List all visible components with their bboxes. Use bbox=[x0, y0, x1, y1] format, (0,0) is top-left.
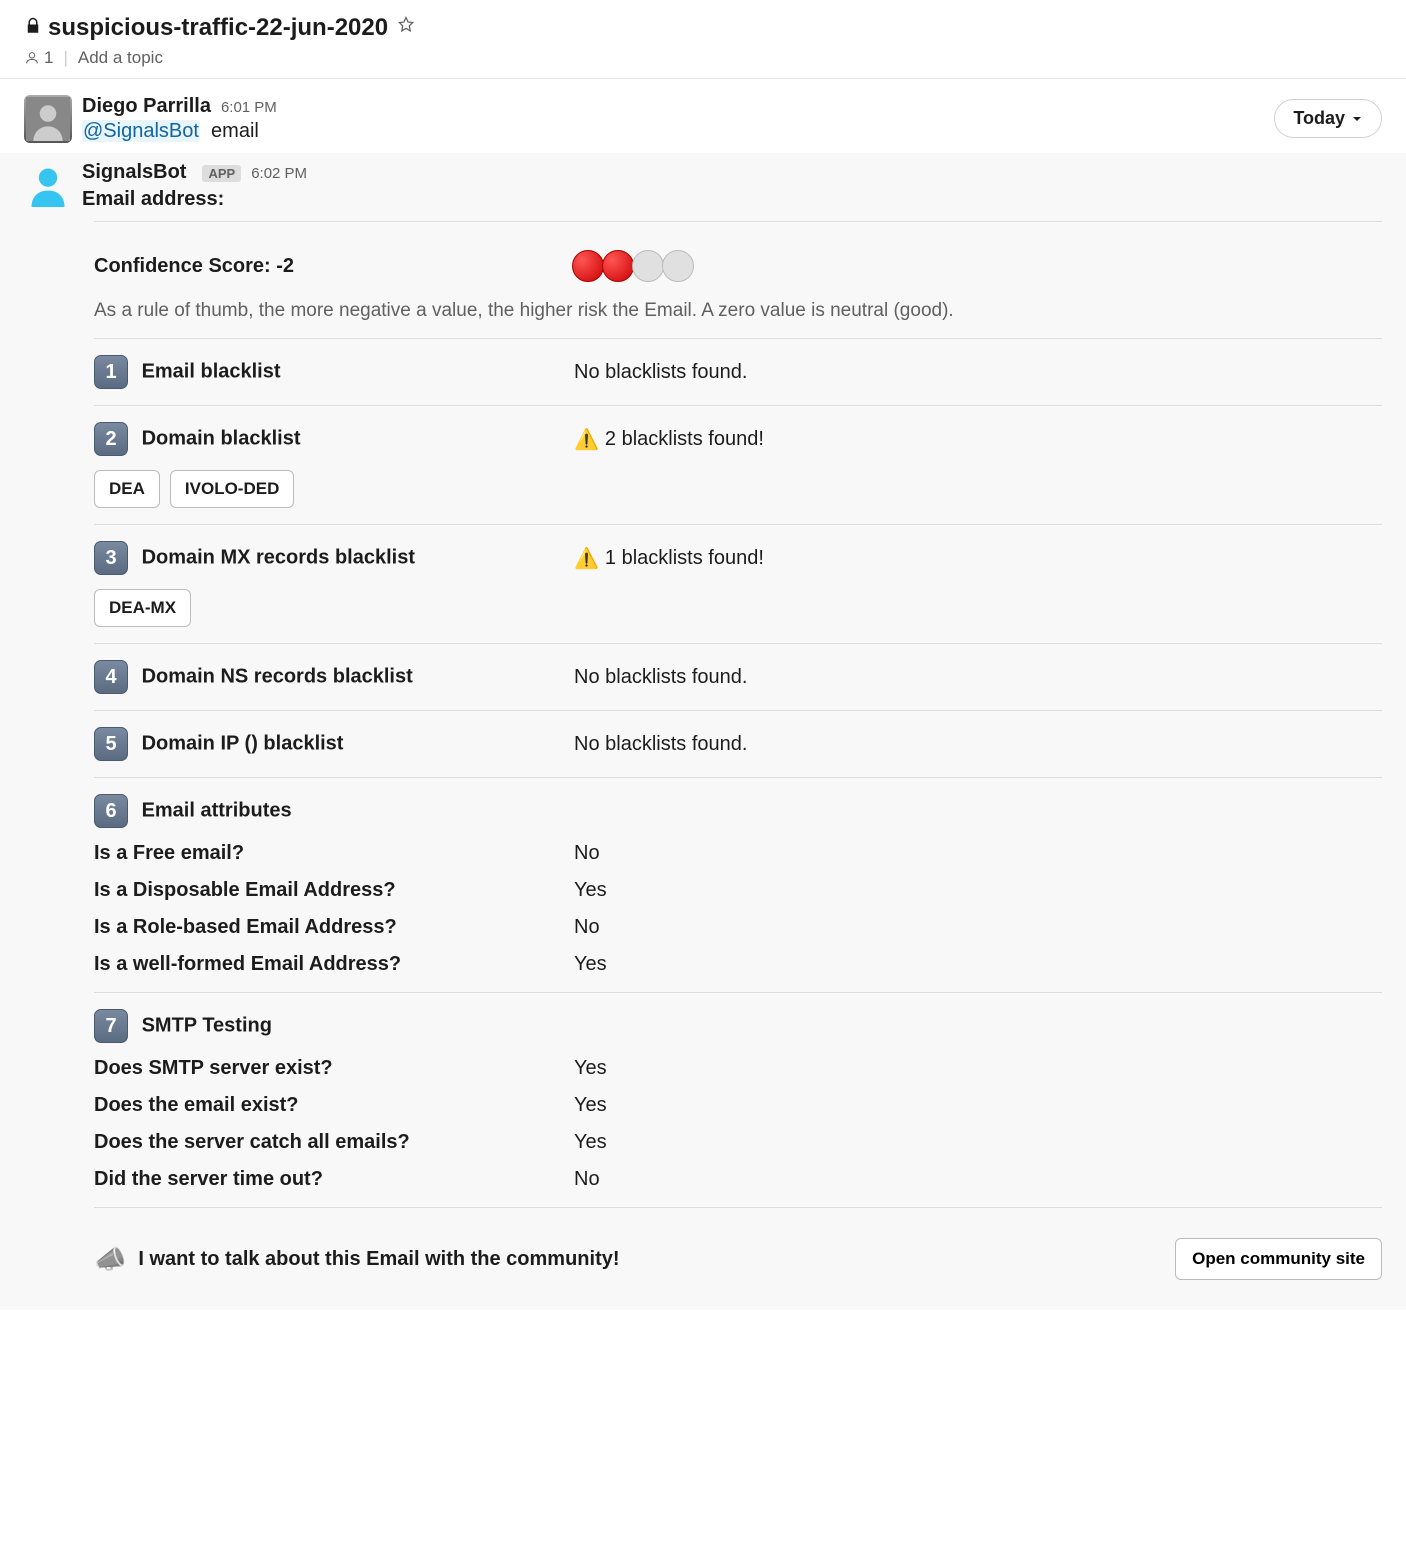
blacklist-chip[interactable]: DEA-MX bbox=[94, 589, 191, 627]
section-1-title: Email blacklist bbox=[142, 361, 281, 383]
keycap-2-icon: 2 bbox=[94, 422, 128, 456]
channel-header: suspicious-traffic-22-jun-2020 1 | Add a… bbox=[0, 0, 1406, 79]
section-4-title: Domain NS records blacklist bbox=[142, 666, 413, 688]
message-user: Diego Parrilla 6:01 PM @SignalsBot email… bbox=[0, 87, 1406, 153]
member-count[interactable]: 1 bbox=[24, 48, 53, 68]
keycap-6-icon: 6 bbox=[94, 794, 128, 828]
smtp-val: No bbox=[574, 1168, 1382, 1191]
divider bbox=[94, 710, 1382, 711]
score-dot-empty bbox=[632, 250, 664, 282]
keycap-1-icon: 1 bbox=[94, 355, 128, 389]
megaphone-icon: 📣 bbox=[94, 1244, 126, 1275]
smtp-key: Does the email exist? bbox=[94, 1094, 574, 1117]
score-dot-empty bbox=[662, 250, 694, 282]
today-button[interactable]: Today bbox=[1274, 99, 1382, 138]
message-bot: SignalsBot APP 6:02 PM Email address: bbox=[0, 153, 1406, 221]
smtp-key: Does the server catch all emails? bbox=[94, 1131, 574, 1154]
score-dot-red bbox=[572, 250, 604, 282]
star-icon[interactable] bbox=[396, 15, 416, 41]
attr-key: Is a well-formed Email Address? bbox=[94, 953, 574, 976]
bot-avatar[interactable] bbox=[24, 161, 72, 209]
section-6-title: Email attributes bbox=[142, 800, 292, 822]
mention[interactable]: @SignalsBot bbox=[82, 120, 200, 142]
smtp-key: Does SMTP server exist? bbox=[94, 1057, 574, 1080]
bot-content: Confidence Score: -2 As a rule of thumb,… bbox=[0, 221, 1406, 1310]
smtp-key: Did the server time out? bbox=[94, 1168, 574, 1191]
divider bbox=[94, 643, 1382, 644]
attr-key: Is a Disposable Email Address? bbox=[94, 879, 574, 902]
divider bbox=[94, 405, 1382, 406]
message-text: @SignalsBot email bbox=[82, 120, 1382, 143]
divider bbox=[94, 524, 1382, 525]
attr-key: Is a Free email? bbox=[94, 842, 574, 865]
keycap-4-icon: 4 bbox=[94, 660, 128, 694]
warning-icon: ⚠️ bbox=[574, 427, 599, 452]
divider bbox=[94, 221, 1382, 222]
keycap-7-icon: 7 bbox=[94, 1009, 128, 1043]
sender-name[interactable]: Diego Parrilla bbox=[82, 95, 211, 118]
lock-icon bbox=[24, 14, 42, 42]
attr-val: Yes bbox=[574, 879, 1382, 902]
warning-icon: ⚠️ bbox=[574, 546, 599, 571]
avatar[interactable] bbox=[24, 95, 72, 143]
keycap-5-icon: 5 bbox=[94, 727, 128, 761]
confidence-label: Confidence Score: -2 bbox=[94, 255, 294, 278]
channel-name-text: suspicious-traffic-22-jun-2020 bbox=[48, 14, 388, 42]
blacklist-chip[interactable]: IVOLO-DED bbox=[170, 470, 294, 508]
today-label: Today bbox=[1293, 108, 1345, 129]
channel-title[interactable]: suspicious-traffic-22-jun-2020 bbox=[24, 14, 388, 42]
chevron-down-icon bbox=[1351, 113, 1363, 125]
blacklist-chip[interactable]: DEA bbox=[94, 470, 160, 508]
add-topic-link[interactable]: Add a topic bbox=[78, 48, 163, 68]
section-2-value: 2 blacklists found! bbox=[605, 428, 764, 451]
divider bbox=[94, 338, 1382, 339]
section-4-value: No blacklists found. bbox=[574, 666, 747, 689]
bot-name[interactable]: SignalsBot bbox=[82, 161, 186, 184]
section-5-title: Domain IP () blacklist bbox=[142, 733, 344, 755]
message-text-after: email bbox=[211, 120, 259, 142]
community-text: I want to talk about this Email with the… bbox=[138, 1248, 619, 1271]
smtp-val: Yes bbox=[574, 1057, 1382, 1080]
attr-key: Is a Role-based Email Address? bbox=[94, 916, 574, 939]
divider bbox=[94, 992, 1382, 993]
section-1-value: No blacklists found. bbox=[574, 361, 747, 384]
attr-val: Yes bbox=[574, 953, 1382, 976]
divider bbox=[94, 777, 1382, 778]
open-community-button[interactable]: Open community site bbox=[1175, 1238, 1382, 1280]
message-time: 6:01 PM bbox=[221, 99, 277, 116]
smtp-val: Yes bbox=[574, 1131, 1382, 1154]
smtp-val: Yes bbox=[574, 1094, 1382, 1117]
member-count-value: 1 bbox=[44, 48, 53, 68]
attr-val: No bbox=[574, 916, 1382, 939]
section-7-title: SMTP Testing bbox=[142, 1015, 272, 1037]
divider bbox=[94, 1207, 1382, 1208]
section-3-title: Domain MX records blacklist bbox=[142, 547, 415, 569]
app-badge: APP bbox=[202, 165, 241, 182]
section-5-value: No blacklists found. bbox=[574, 733, 747, 756]
separator: | bbox=[63, 48, 67, 68]
bot-time: 6:02 PM bbox=[251, 165, 307, 182]
attr-val: No bbox=[574, 842, 1382, 865]
email-address-title: Email address: bbox=[82, 188, 1382, 211]
confidence-hint: As a rule of thumb, the more negative a … bbox=[94, 300, 1382, 322]
section-2-title: Domain blacklist bbox=[142, 428, 301, 450]
section-3-value: 1 blacklists found! bbox=[605, 547, 764, 570]
score-dots bbox=[574, 250, 694, 282]
keycap-3-icon: 3 bbox=[94, 541, 128, 575]
score-dot-red bbox=[602, 250, 634, 282]
